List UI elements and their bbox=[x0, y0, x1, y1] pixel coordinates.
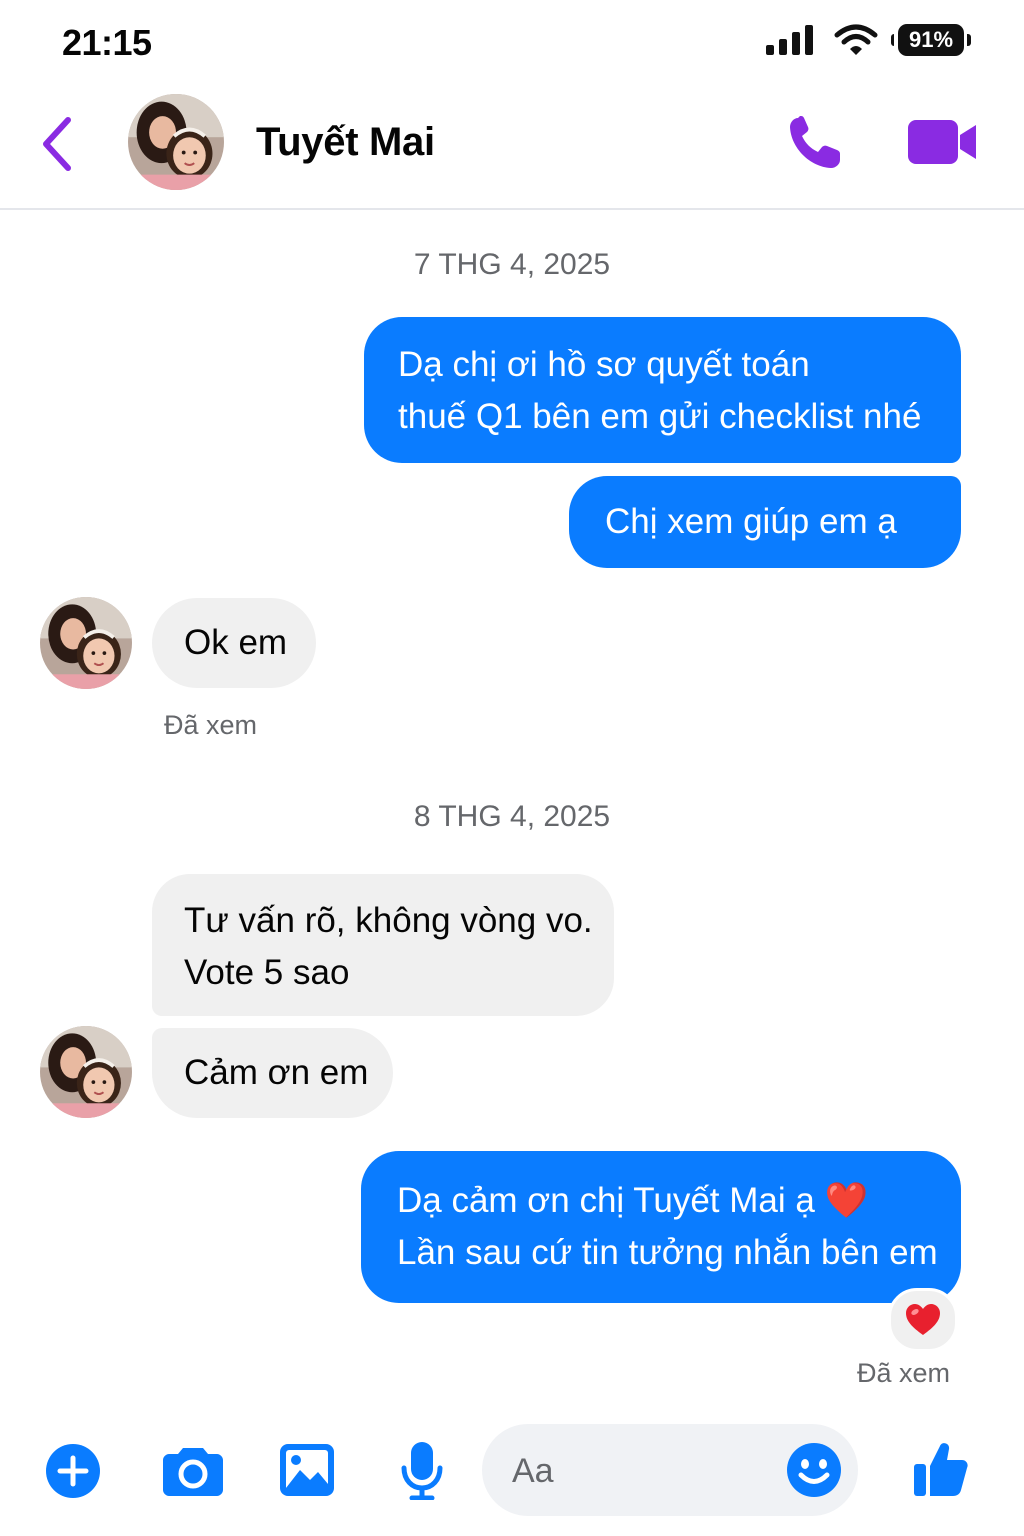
message-reaction[interactable] bbox=[888, 1288, 958, 1352]
message-line: Vote 5 sao bbox=[184, 953, 350, 992]
heart-icon bbox=[906, 1304, 940, 1335]
like-button[interactable] bbox=[912, 1440, 968, 1498]
message-composer[interactable] bbox=[482, 1424, 858, 1516]
status-time: 21:15 bbox=[62, 22, 152, 63]
camera-icon bbox=[163, 1448, 223, 1496]
phone-icon bbox=[790, 116, 840, 168]
contact-avatar[interactable] bbox=[40, 1026, 132, 1118]
battery-percent: 91% bbox=[908, 27, 954, 52]
battery-indicator: 91% bbox=[891, 24, 971, 56]
image-icon bbox=[280, 1444, 334, 1496]
chat-header: Tuyết Mai bbox=[0, 88, 1024, 210]
back-button[interactable] bbox=[36, 114, 80, 174]
emoji-button[interactable] bbox=[786, 1442, 842, 1498]
message-line: Cảm ơn em bbox=[184, 1053, 369, 1092]
voice-message-button[interactable] bbox=[400, 1442, 444, 1501]
video-call-button[interactable] bbox=[906, 118, 978, 166]
contact-name[interactable]: Tuyết Mai bbox=[256, 120, 435, 165]
status-icons: 91% bbox=[766, 24, 971, 56]
message-line: Chị xem giúp em ạ bbox=[605, 502, 897, 541]
message-incoming[interactable]: Cảm ơn em bbox=[152, 1028, 393, 1118]
add-button[interactable] bbox=[46, 1444, 100, 1498]
date-separator: 7 THG 4, 2025 bbox=[413, 248, 611, 281]
chevron-left-icon bbox=[43, 117, 71, 171]
camera-button[interactable] bbox=[163, 1444, 223, 1496]
message-line: thuế Q1 bên em gửi checklist nhé bbox=[398, 397, 922, 436]
message-line: Dạ chị ơi hồ sơ quyết toán bbox=[398, 345, 810, 384]
wifi-icon bbox=[834, 24, 878, 55]
seen-status: Đã xem bbox=[164, 710, 258, 740]
signal-icon bbox=[766, 25, 813, 55]
message-line: Ok em bbox=[184, 623, 288, 662]
message-incoming[interactable]: Tư vấn rõ, không vòng vo. Vote 5 sao bbox=[152, 874, 614, 1016]
emoji-icon bbox=[787, 1443, 841, 1497]
microphone-icon bbox=[401, 1442, 443, 1501]
plus-icon bbox=[46, 1444, 100, 1498]
message-incoming[interactable]: Ok em bbox=[152, 598, 316, 688]
voice-call-button[interactable] bbox=[784, 114, 844, 174]
thumbs-up-icon bbox=[914, 1443, 968, 1496]
message-outgoing[interactable]: Dạ chị ơi hồ sơ quyết toán thuế Q1 bên e… bbox=[364, 317, 961, 463]
date-separator: 8 THG 4, 2025 bbox=[413, 800, 611, 833]
message-outgoing[interactable]: Dạ cảm ơn chị Tuyết Mai ạ ❤️ Lần sau cứ … bbox=[361, 1151, 961, 1303]
video-camera-icon bbox=[908, 120, 976, 164]
seen-status: Đã xem bbox=[857, 1358, 951, 1388]
gallery-button[interactable] bbox=[280, 1444, 334, 1496]
contact-avatar[interactable] bbox=[128, 94, 224, 190]
message-line: Dạ cảm ơn chị Tuyết Mai ạ ❤️ bbox=[397, 1181, 869, 1220]
contact-avatar[interactable] bbox=[40, 597, 132, 689]
message-input[interactable] bbox=[510, 1444, 774, 1498]
message-line: Lần sau cứ tin tưởng nhắn bên em bbox=[397, 1233, 938, 1272]
message-line: Tư vấn rõ, không vòng vo. bbox=[184, 901, 593, 940]
message-outgoing[interactable]: Chị xem giúp em ạ bbox=[569, 476, 961, 568]
